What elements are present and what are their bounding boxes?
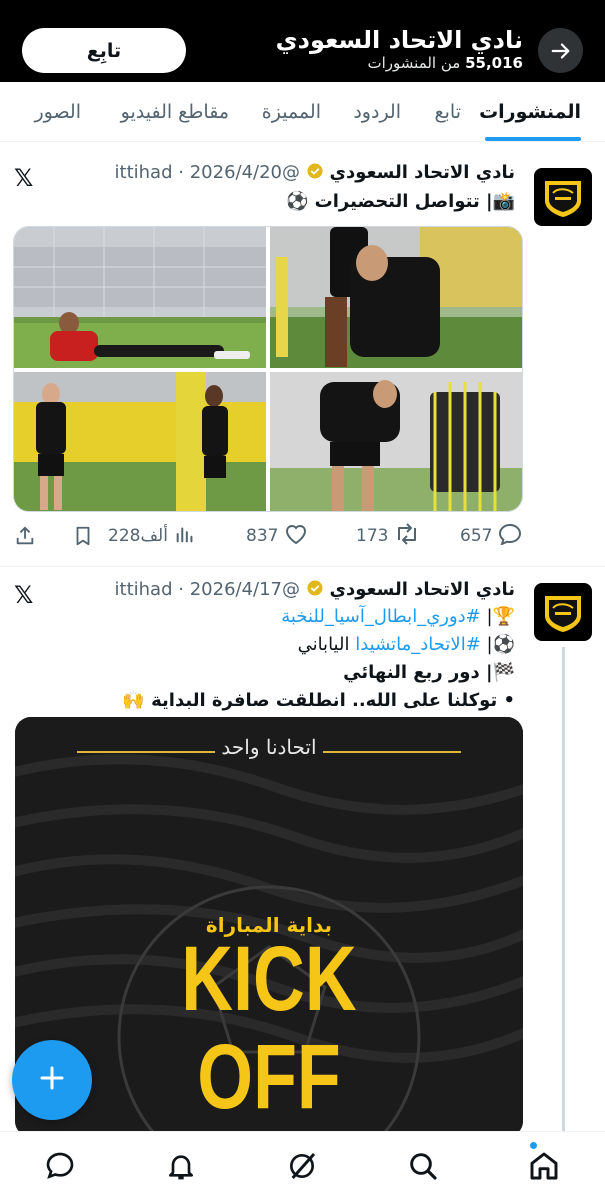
verified-badge-icon	[300, 579, 324, 600]
media-grid[interactable]	[13, 226, 523, 512]
notifications-icon[interactable]	[161, 1146, 201, 1186]
messages-icon[interactable]	[40, 1146, 80, 1186]
likes-count: 837	[246, 526, 279, 546]
promo-slogan: اتحادنا واحد	[221, 735, 317, 759]
thread-line	[562, 647, 565, 1131]
photo-training-2[interactable]	[14, 372, 266, 511]
profile-header: تابِع نادي الاتحاد السعودي 55,016 من الم…	[0, 0, 605, 82]
reply-icon	[498, 523, 522, 550]
tab-videos[interactable]: مقاطع الفيديو	[121, 82, 229, 142]
x-logo-icon: 𝕏	[14, 164, 34, 192]
reposts-count: 173	[356, 526, 389, 546]
back-arrow-icon[interactable]	[538, 28, 583, 73]
home-notification-dot	[530, 1142, 537, 1149]
line-emoji: 🏆|	[486, 606, 515, 627]
promo-off: OFF	[197, 1026, 341, 1128]
search-icon[interactable]	[403, 1146, 443, 1186]
promo-kick: KICK	[181, 928, 357, 1030]
avatar[interactable]	[534, 168, 592, 226]
compose-button[interactable]	[12, 1040, 92, 1120]
photo-training-1[interactable]	[270, 227, 522, 368]
post-header: نادي الاتحاد السعودي @ittihad · 2026/4/1…	[115, 579, 515, 600]
reply-button[interactable]: 657	[460, 516, 522, 556]
repost-button[interactable]: 173	[356, 516, 420, 556]
profile-title: نادي الاتحاد السعودي	[275, 26, 523, 54]
share-icon[interactable]	[14, 516, 36, 556]
tab-replies[interactable]: الردود	[353, 82, 401, 142]
author-name[interactable]: نادي الاتحاد السعودي	[329, 579, 515, 600]
home-icon[interactable]	[524, 1146, 564, 1186]
grok-icon[interactable]	[282, 1146, 322, 1186]
bookmark-icon[interactable]	[72, 516, 94, 556]
hashtag-link[interactable]: #الاتحاد_ماتشيدا	[355, 634, 481, 655]
line-emoji: ⚽|	[486, 634, 515, 655]
line-text: الياباني	[297, 634, 350, 655]
author-name[interactable]: نادي الاتحاد السعودي	[329, 162, 515, 183]
bottom-nav	[0, 1131, 605, 1200]
follow-button[interactable]: تابِع	[22, 28, 186, 73]
tab-underline	[485, 137, 581, 141]
tab-following[interactable]: تابع	[435, 82, 461, 142]
tab-photos[interactable]: الصور	[34, 82, 81, 142]
tab-highlights[interactable]: المميزة	[262, 82, 321, 142]
views-button[interactable]: 228ألف	[108, 516, 196, 556]
post-line-3: 🏁| دور ربع النهائي	[343, 662, 515, 683]
profile-tabs: المنشورات تابع الردود المميزة مقاطع الفي…	[0, 82, 605, 142]
tab-posts[interactable]: المنشورات	[479, 82, 581, 142]
views-count: 228ألف	[108, 526, 168, 546]
photo-training-3[interactable]	[270, 372, 522, 511]
post-header: نادي الاتحاد السعودي @ittihad · 2026/4/2…	[115, 162, 515, 183]
heart-icon	[284, 523, 308, 550]
post-text: 📸| تتواصل التحضيرات ⚽	[285, 191, 515, 212]
repost-icon	[394, 522, 420, 550]
post-line-1: 🏆| #دوري_ابطال_آسيا_للنخبة	[281, 603, 515, 631]
hashtag-link[interactable]: #دوري_ابطال_آسيا_للنخبة	[281, 606, 481, 627]
views-icon	[174, 523, 196, 550]
avatar[interactable]	[534, 583, 592, 641]
post-date: 2026/4/17	[189, 579, 283, 600]
post-actions: 228ألف 837 173 657	[0, 516, 605, 556]
x-logo-icon: 𝕏	[14, 581, 34, 609]
photo-goalkeeper[interactable]	[14, 227, 266, 368]
compose-plus-icon	[39, 1065, 65, 1095]
meta-separator: ·	[178, 162, 184, 183]
replies-count: 657	[460, 526, 493, 546]
post-line-2: ⚽| #الاتحاد_ماتشيدا الياباني	[298, 631, 515, 659]
verified-badge-icon	[300, 162, 324, 183]
posts-count-number: 55,016	[465, 54, 523, 72]
meta-separator: ·	[178, 579, 184, 600]
post-1[interactable]: نادي الاتحاد السعودي @ittihad · 2026/4/2…	[0, 150, 605, 560]
post-date: 2026/4/20	[189, 162, 283, 183]
post-line-4: • توكلنا على الله.. انطلقت صافرة البداية…	[122, 690, 515, 711]
post-2[interactable]: نادي الاتحاد السعودي @ittihad · 2026/4/1…	[0, 567, 605, 1137]
posts-count: 55,016 من المنشورات	[368, 54, 524, 72]
posts-count-label: من المنشورات	[367, 54, 461, 72]
like-button[interactable]: 837	[246, 516, 308, 556]
